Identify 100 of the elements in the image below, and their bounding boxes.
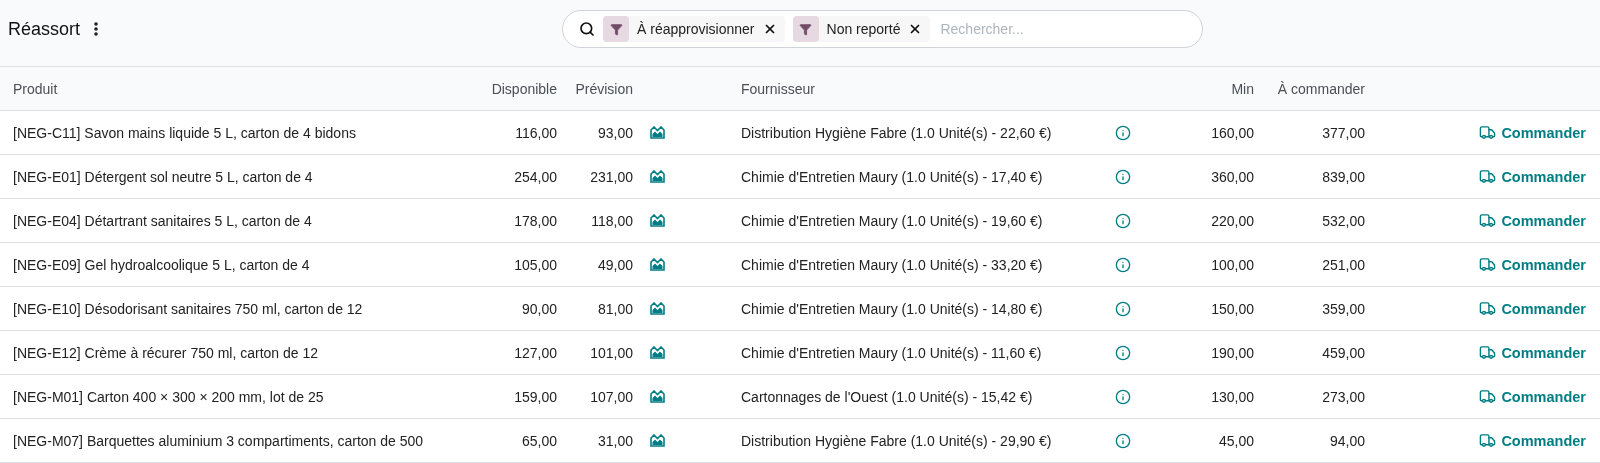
product-cell: [NEG-E01] Détergent sol neutre 5 L, carton de 4 <box>13 168 313 185</box>
info-button[interactable] <box>1115 256 1131 273</box>
more-button[interactable] <box>92 20 101 38</box>
truck-icon <box>1479 168 1497 185</box>
forecast-chart-button[interactable] <box>650 126 665 139</box>
info-button[interactable] <box>1115 168 1131 185</box>
info-icon <box>1115 212 1131 229</box>
facet-label: Non reporté <box>826 21 901 37</box>
info-button[interactable] <box>1115 212 1131 229</box>
info-icon <box>1115 256 1131 273</box>
to-order-cell: 273,00 <box>1322 388 1365 405</box>
table-row[interactable]: [NEG-E04] Détartrant sanitaires 5 L, carton de 4 178,00 118,00 Chimie d'Entretien Maury (1.0 Unité(s) - 19,60 €) 220,00 532,00 Commander <box>0 199 1600 243</box>
available-cell: 178,00 <box>514 212 557 229</box>
forecast-chart-button[interactable] <box>650 214 665 227</box>
to-order-cell: 839,00 <box>1322 168 1365 185</box>
page-title: Réassort <box>8 18 81 40</box>
forecast-chart-button[interactable] <box>650 434 665 447</box>
forecast-chart-button[interactable] <box>650 302 665 315</box>
supplier-cell: Distribution Hygiène Fabre (1.0 Unité(s) - 22,60 €) <box>741 124 1052 141</box>
min-cell: 190,00 <box>1211 344 1254 361</box>
product-cell: [NEG-M01] Carton 400 × 300 × 200 mm, lot de 25 <box>13 388 324 405</box>
forecast-cell: 118,00 <box>591 212 633 229</box>
supplier-cell: Chimie d'Entretien Maury (1.0 Unité(s) - 14,80 €) <box>741 300 1043 317</box>
order-button[interactable]: Commander <box>1479 432 1586 449</box>
info-icon <box>1115 432 1131 449</box>
area-chart-icon <box>650 126 665 139</box>
order-button[interactable]: Commander <box>1479 212 1586 229</box>
available-cell: 159,00 <box>514 388 557 405</box>
column-header[interactable]: Prévision <box>575 80 633 97</box>
to-order-cell: 359,00 <box>1322 300 1365 317</box>
supplier-cell: Chimie d'Entretien Maury (1.0 Unité(s) - 33,20 €) <box>741 256 1043 273</box>
area-chart-icon <box>650 170 665 183</box>
min-cell: 360,00 <box>1211 168 1254 185</box>
forecast-chart-button[interactable] <box>650 346 665 359</box>
filter-facet[interactable]: À réapprovisionner <box>603 16 785 42</box>
area-chart-icon <box>650 390 665 403</box>
column-header[interactable]: Produit <box>13 80 58 97</box>
table-row[interactable]: [NEG-C11] Savon mains liquide 5 L, carton de 4 bidons 116,00 93,00 Distribution Hygiène Fabre (1.0 Unité(s) - 22,60 €) 160,00 377,00 Commander <box>0 111 1600 155</box>
table-row[interactable]: [NEG-E12] Crème à récurer 750 ml, carton de 12 127,00 101,00 Chimie d'Entretien Maury (1.0 Unité(s) - 11,60 €) 190,00 459,00 Commander <box>0 331 1600 375</box>
supplier-cell: Chimie d'Entretien Maury (1.0 Unité(s) - 17,40 €) <box>741 168 1043 185</box>
available-cell: 90,00 <box>521 300 557 317</box>
column-header[interactable]: Fournisseur <box>741 80 815 97</box>
min-cell: 130,00 <box>1211 388 1254 405</box>
info-icon <box>1115 168 1131 185</box>
order-button[interactable]: Commander <box>1479 256 1586 273</box>
info-icon <box>1115 388 1131 405</box>
area-chart-icon <box>650 302 665 315</box>
info-button[interactable] <box>1115 300 1131 317</box>
order-button[interactable]: Commander <box>1479 344 1586 361</box>
info-button[interactable] <box>1115 344 1131 361</box>
available-cell: 127,00 <box>514 344 557 361</box>
supplier-cell: Chimie d'Entretien Maury (1.0 Unité(s) - 11,60 €) <box>741 344 1042 361</box>
to-order-cell: 459,00 <box>1322 344 1365 361</box>
to-order-cell: 251,00 <box>1322 256 1365 273</box>
available-cell: 105,00 <box>514 256 557 273</box>
product-cell: [NEG-E04] Détartrant sanitaires 5 L, carton de 4 <box>13 212 312 229</box>
truck-icon <box>1479 432 1497 449</box>
forecast-chart-button[interactable] <box>650 390 665 403</box>
table-row[interactable]: [NEG-E10] Désodorisant sanitaires 750 ml, carton de 12 90,00 81,00 Chimie d'Entretien Maury (1.0 Unité(s) - 14,80 €) 150,00 359,00 Commander <box>0 287 1600 331</box>
forecast-cell: 31,00 <box>597 432 633 449</box>
area-chart-icon <box>650 434 665 447</box>
area-chart-icon <box>650 258 665 271</box>
filter-facet[interactable]: Non reporté <box>792 16 931 42</box>
area-chart-icon <box>650 346 665 359</box>
truck-icon <box>1479 212 1497 229</box>
area-chart-icon <box>650 214 665 227</box>
table-row[interactable]: [NEG-E01] Détergent sol neutre 5 L, carton de 4 254,00 231,00 Chimie d'Entretien Maury (1.0 Unité(s) - 17,40 €) 360,00 839,00 Commander <box>0 155 1600 199</box>
product-cell: [NEG-E10] Désodorisant sanitaires 750 ml, carton de 12 <box>13 300 363 317</box>
column-header[interactable]: Disponible <box>491 80 557 97</box>
column-header[interactable]: À commander <box>1277 80 1365 97</box>
to-order-cell: 94,00 <box>1329 432 1365 449</box>
forecast-cell: 107,00 <box>590 388 633 405</box>
search-field[interactable]: À réapprovisionner Non reporté Rechercher... <box>562 10 1203 48</box>
order-button[interactable]: Commander <box>1479 168 1586 185</box>
order-button[interactable]: Commander <box>1479 124 1586 141</box>
table-row[interactable]: [NEG-E09] Gel hydroalcoolique 5 L, carton de 4 105,00 49,00 Chimie d'Entretien Maury (1.0 Unité(s) - 33,20 €) 100,00 251,00 Commander <box>0 243 1600 287</box>
supplier-cell: Chimie d'Entretien Maury (1.0 Unité(s) - 19,60 €) <box>741 212 1043 229</box>
order-button[interactable]: Commander <box>1479 388 1586 405</box>
supplier-cell: Cartonnages de l'Ouest (1.0 Unité(s) - 15,42 €) <box>741 388 1033 405</box>
funnel-icon <box>609 22 623 36</box>
min-cell: 220,00 <box>1211 212 1254 229</box>
forecast-chart-button[interactable] <box>650 170 665 183</box>
info-button[interactable] <box>1115 124 1131 141</box>
available-cell: 116,00 <box>515 124 557 141</box>
info-button[interactable] <box>1115 388 1131 405</box>
min-cell: 150,00 <box>1211 300 1254 317</box>
order-button[interactable]: Commander <box>1479 300 1586 317</box>
info-button[interactable] <box>1115 432 1131 449</box>
table-row[interactable]: [NEG-M01] Carton 400 × 300 × 200 mm, lot de 25 159,00 107,00 Cartonnages de l'Ouest (1.0 Unité(s) - 15,42 €) 130,00 273,00 Commander <box>0 375 1600 419</box>
forecast-cell: 93,00 <box>597 124 633 141</box>
table-row[interactable]: [NEG-M07] Barquettes aluminium 3 compartiments, carton de 500 65,00 31,00 Distribution Hygiène Fabre (1.0 Unité(s) - 29,90 €) 45,00 94,00 Commander <box>0 419 1600 463</box>
column-header[interactable]: Min <box>1231 80 1254 97</box>
forecast-cell: 81,00 <box>597 300 633 317</box>
forecast-chart-button[interactable] <box>650 258 665 271</box>
info-icon <box>1115 124 1131 141</box>
product-cell: [NEG-M07] Barquettes aluminium 3 compartiments, carton de 500 <box>13 432 424 449</box>
search-icon <box>579 21 595 37</box>
min-cell: 160,00 <box>1211 124 1254 141</box>
supplier-cell: Distribution Hygiène Fabre (1.0 Unité(s) - 29,90 €) <box>741 432 1052 449</box>
available-cell: 254,00 <box>514 168 557 185</box>
